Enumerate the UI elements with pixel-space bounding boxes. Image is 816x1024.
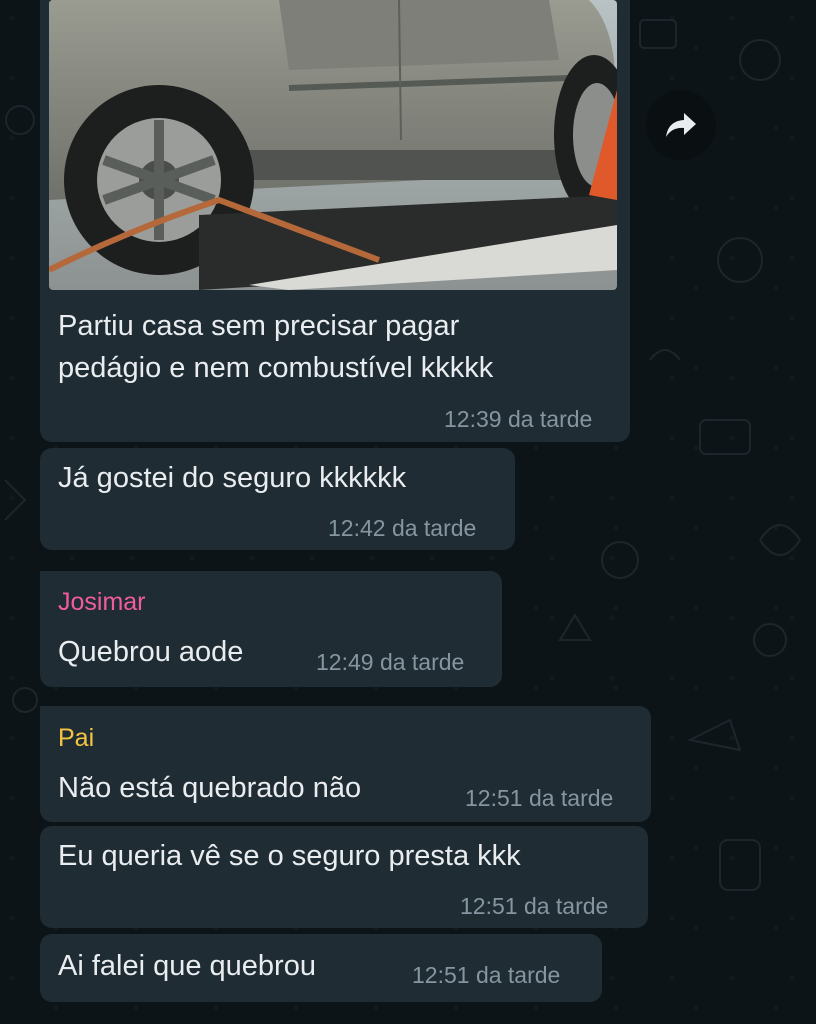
message-timestamp: 12:51 da tarde bbox=[412, 962, 561, 988]
message-text-line-2: pedágio e nem combustível kkkkk bbox=[58, 352, 494, 384]
message-timestamp: 12:39 da tarde bbox=[444, 406, 593, 432]
message-timestamp: 12:51 da tarde bbox=[460, 893, 609, 919]
chat-area: Partiu casa sem precisar pagar pedágio e… bbox=[0, 0, 816, 1024]
message-text: Eu queria vê se o seguro presta kkk bbox=[58, 840, 521, 872]
message-text: Ai falei que quebrou bbox=[58, 950, 316, 982]
message-text: Quebrou aode bbox=[58, 636, 244, 668]
message-timestamp: 12:51 da tarde bbox=[465, 785, 614, 811]
car-photo-image bbox=[49, 0, 617, 290]
sender-name-josimar[interactable]: Josimar bbox=[58, 588, 146, 617]
message-text: Não está quebrado não bbox=[58, 772, 362, 804]
forward-button[interactable] bbox=[646, 90, 716, 160]
forward-icon bbox=[666, 113, 696, 137]
towed-car-photo[interactable] bbox=[49, 0, 617, 290]
sender-name-pai[interactable]: Pai bbox=[58, 724, 94, 753]
message-timestamp: 12:42 da tarde bbox=[328, 515, 477, 541]
message-text-line-1: Partiu casa sem precisar pagar bbox=[58, 310, 460, 342]
message-text: Já gostei do seguro kkkkkk bbox=[58, 462, 407, 494]
message-timestamp: 12:49 da tarde bbox=[316, 649, 465, 675]
